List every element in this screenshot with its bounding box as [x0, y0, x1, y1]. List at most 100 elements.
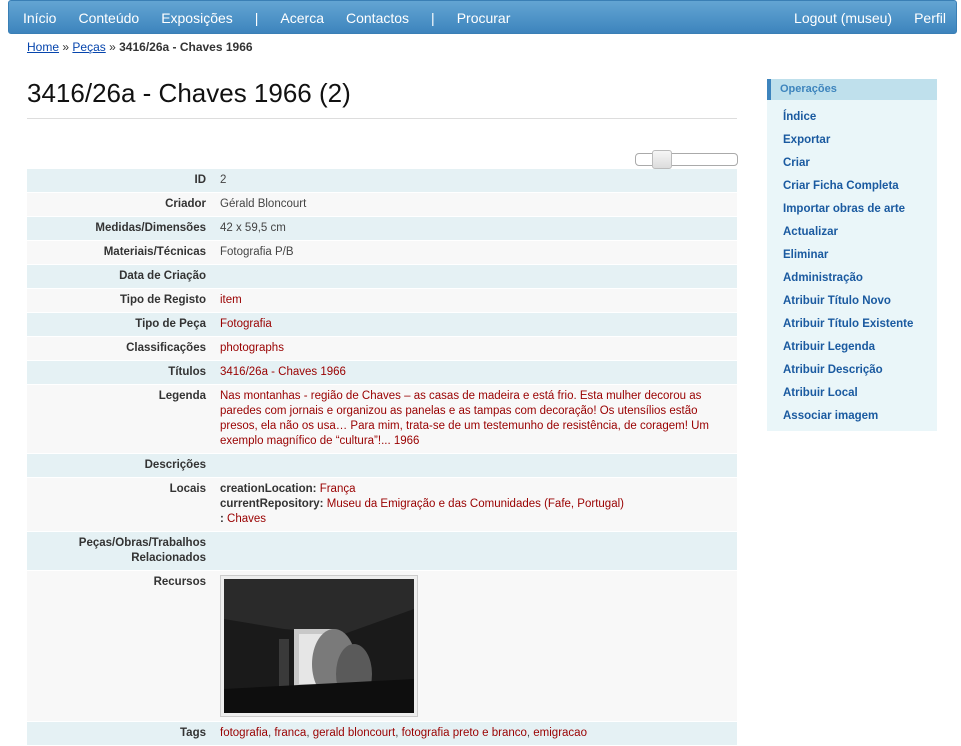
field-label: Tipo de Registo	[27, 288, 214, 313]
photo-scene	[224, 579, 414, 713]
photo-image	[224, 579, 414, 713]
field-value-medidas: 42 x 59,5 cm	[214, 216, 737, 241]
nav-separator: |	[431, 10, 435, 26]
field-label: Criador	[27, 192, 214, 217]
table-row: Legenda Nas montanhas - região de Chaves…	[27, 384, 737, 454]
breadcrumb-separator: »	[62, 40, 70, 54]
op-exportar[interactable]: Exportar	[783, 132, 937, 155]
field-value-materiais: Fotografia P/B	[214, 240, 737, 265]
field-value-criador: Gérald Bloncourt	[214, 192, 737, 217]
nav-perfil[interactable]: Perfil	[914, 10, 946, 26]
link-location-creation[interactable]: França	[320, 483, 356, 495]
link-tipo-registo[interactable]: item	[220, 294, 242, 306]
breadcrumb-pecas[interactable]: Peças	[72, 40, 105, 54]
operations-list: Índice Exportar Criar Criar Ficha Comple…	[767, 100, 937, 431]
link-location-repository[interactable]: Museu da Emigração e das Comunidades (Fa…	[327, 498, 624, 510]
field-label: Materiais/Técnicas	[27, 240, 214, 265]
op-atribuir-legenda[interactable]: Atribuir Legenda	[783, 339, 937, 362]
field-value-descricoes	[214, 453, 737, 478]
op-associar-imagem[interactable]: Associar imagem	[783, 408, 937, 431]
operations-heading: Operações	[767, 79, 937, 100]
nav-inicio[interactable]: Início	[23, 10, 56, 26]
op-eliminar[interactable]: Eliminar	[783, 247, 937, 270]
field-value-locais: creationLocation: França currentReposito…	[214, 477, 737, 532]
tag-link[interactable]: gerald bloncourt	[313, 727, 395, 739]
op-importar-obras[interactable]: Importar obras de arte	[783, 201, 937, 224]
table-row: Títulos 3416/26a - Chaves 1966	[27, 360, 737, 385]
field-value-tags: fotografia, franca, gerald bloncourt, fo…	[214, 721, 737, 746]
table-row: Recursos	[27, 570, 737, 722]
table-row: Descrições	[27, 453, 737, 478]
link-legenda[interactable]: Nas montanhas - região de Chaves – as ca…	[220, 390, 709, 447]
link-location-chaves[interactable]: Chaves	[227, 513, 266, 525]
location-key: :	[220, 513, 224, 525]
title-divider	[27, 118, 737, 119]
op-indice[interactable]: Índice	[783, 109, 937, 132]
location-key: currentRepository:	[220, 498, 324, 510]
breadcrumb: Home » Peças » 3416/26a - Chaves 1966	[27, 40, 253, 54]
op-atribuir-descricao[interactable]: Atribuir Descrição	[783, 362, 937, 385]
field-label: Tags	[27, 721, 214, 746]
tag-link[interactable]: franca	[274, 727, 306, 739]
top-navbar: Início Conteúdo Exposições | Acerca Cont…	[8, 0, 957, 34]
table-row: Tipo de Peça Fotografia	[27, 312, 737, 337]
field-label: Medidas/Dimensões	[27, 216, 214, 241]
link-titulo[interactable]: 3416/26a - Chaves 1966	[220, 366, 346, 378]
location-key: creationLocation:	[220, 483, 317, 495]
user-nav: Logout (museu) Perfil	[772, 10, 946, 26]
op-administracao[interactable]: Administração	[783, 270, 937, 293]
field-label: Recursos	[27, 570, 214, 722]
page-title: 3416/26a - Chaves 1966 (2)	[27, 78, 351, 108]
breadcrumb-home[interactable]: Home	[27, 40, 59, 54]
nav-conteudo[interactable]: Conteúdo	[78, 10, 139, 26]
field-value-data	[214, 264, 737, 289]
op-actualizar[interactable]: Actualizar	[783, 224, 937, 247]
table-row: Peças/Obras/Trabalhos Relacionados	[27, 531, 737, 571]
op-criar[interactable]: Criar	[783, 155, 937, 178]
op-atribuir-titulo-existente[interactable]: Atribuir Título Existente	[783, 316, 937, 339]
nav-contactos[interactable]: Contactos	[346, 10, 409, 26]
link-tipo-peca[interactable]: Fotografia	[220, 318, 272, 330]
image-size-slider[interactable]	[635, 150, 738, 169]
table-row: Data de Criação	[27, 264, 737, 289]
operations-sidebar: Operações Índice Exportar Criar Criar Fi…	[767, 79, 937, 431]
table-row: Tipo de Registo item	[27, 288, 737, 313]
table-row: Criador Gérald Bloncourt	[27, 192, 737, 217]
field-label: Data de Criação	[27, 264, 214, 289]
table-row: Locais creationLocation: França currentR…	[27, 477, 737, 532]
op-criar-ficha-completa[interactable]: Criar Ficha Completa	[783, 178, 937, 201]
field-label: Tipo de Peça	[27, 312, 214, 337]
breadcrumb-current: 3416/26a - Chaves 1966	[119, 40, 253, 54]
breadcrumb-separator: »	[109, 40, 116, 54]
field-label: Peças/Obras/Trabalhos Relacionados	[27, 531, 214, 571]
tag-link[interactable]: fotografia	[220, 727, 268, 739]
table-row: Medidas/Dimensões 42 x 59,5 cm	[27, 216, 737, 241]
resource-thumbnail[interactable]	[220, 575, 418, 717]
slider-handle[interactable]	[652, 150, 672, 169]
nav-procurar[interactable]: Procurar	[457, 10, 511, 26]
field-label: Classificações	[27, 336, 214, 361]
op-atribuir-titulo-novo[interactable]: Atribuir Título Novo	[783, 293, 937, 316]
table-row: Tags fotografia, franca, gerald bloncour…	[27, 721, 737, 746]
field-label: Locais	[27, 477, 214, 532]
nav-exposicoes[interactable]: Exposições	[161, 10, 233, 26]
field-value-id: 2	[214, 169, 737, 193]
table-row: Materiais/Técnicas Fotografia P/B	[27, 240, 737, 265]
tag-link[interactable]: fotografia preto e branco	[402, 727, 527, 739]
nav-logout[interactable]: Logout (museu)	[794, 10, 892, 26]
table-row: Classificações photographs	[27, 336, 737, 361]
field-label: ID	[27, 169, 214, 193]
record-detail-table: ID 2 Criador Gérald Bloncourt Medidas/Di…	[27, 169, 737, 746]
main-nav: Início Conteúdo Exposições | Acerca Cont…	[23, 10, 532, 26]
tag-link[interactable]: emigracao	[533, 727, 587, 739]
link-classificacao[interactable]: photographs	[220, 342, 284, 354]
table-row: ID 2	[27, 169, 737, 193]
field-label: Títulos	[27, 360, 214, 385]
field-value-recursos	[214, 570, 737, 722]
nav-acerca[interactable]: Acerca	[280, 10, 324, 26]
nav-separator: |	[254, 10, 259, 26]
field-label: Descrições	[27, 453, 214, 478]
field-value-relacionados	[214, 531, 737, 571]
field-label: Legenda	[27, 384, 214, 454]
op-atribuir-local[interactable]: Atribuir Local	[783, 385, 937, 408]
